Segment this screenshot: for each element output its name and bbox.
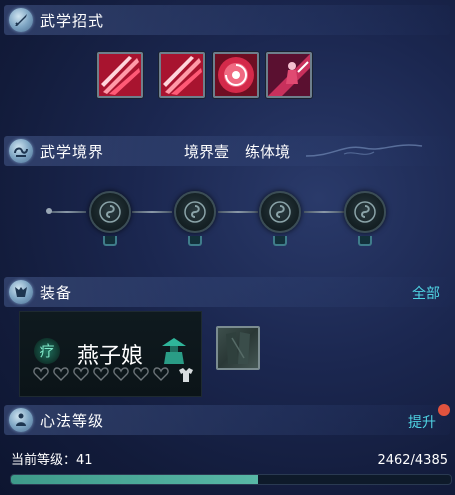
realm-stage-name: 练体境 [245,143,291,161]
mind-section-header: 心法等级 提升 [4,404,450,435]
character-card[interactable]: 疗 燕子娘 [19,311,202,397]
realm-connector [218,211,258,213]
skill-slot-4[interactable] [266,52,312,98]
heart-icon [133,367,149,381]
spiral-seal-icon [184,201,206,223]
skill-slot-1[interactable] [97,52,143,98]
realm-connector-dot [46,208,52,214]
realm-connector [132,211,172,213]
moves-section-header: 武学招式 [4,5,450,35]
equipment-section-title: 装备 [40,284,73,302]
realm-node-1[interactable] [89,191,131,233]
heart-icon [33,367,49,381]
moves-section-title: 武学招式 [40,12,105,30]
character-name: 燕子娘 [77,344,144,369]
realm-stage: 境界壹 [184,143,230,161]
equipment-all-link[interactable]: 全部 [412,283,440,303]
realm-node-tab [358,236,372,246]
realm-node-2[interactable] [174,191,216,233]
heart-icon [93,367,109,381]
realm-node-3[interactable] [259,191,301,233]
realm-node-tab [103,236,117,246]
spiral-seal-icon [354,201,376,223]
slash-skill-icon [99,54,141,96]
level-progress-fill [11,475,259,484]
robe-icon [226,332,250,364]
equipment-slot-robe[interactable] [216,326,260,370]
skill-slot-3[interactable] [213,52,259,98]
realm-node-tab [273,236,287,246]
realm-connector [48,211,86,213]
cloud-swirl-icon [9,139,33,163]
spiral-seal-icon [99,201,121,223]
armor-icon [9,280,33,304]
mind-upgrade-link[interactable]: 提升 [408,412,436,432]
cloud-ornament [305,144,423,157]
exp-text: 2462/4385 [377,453,448,468]
current-level-label: 当前等级：41 [11,453,93,468]
straw-hat-character-icon [162,338,186,364]
sword-icon [9,8,33,32]
heart-icon [73,367,89,381]
mind-section-title: 心法等级 [40,412,105,430]
outfit-icon [179,368,193,382]
realm-section-title: 武学境界 [40,143,105,161]
swordsman-skill-icon [268,54,310,96]
heart-icon [53,367,69,381]
heart-icon [153,367,169,381]
spiral-rose-skill-icon [215,54,257,96]
spiral-seal-icon [269,201,291,223]
healer-class-icon: 疗 [34,338,60,364]
class-glyph: 疗 [39,342,55,360]
realm-section-header: 武学境界 境界壹 练体境 [4,136,450,166]
realm-connector [304,211,344,213]
level-progress-bar [10,474,452,485]
notification-dot [438,404,450,416]
realm-node-tab [188,236,202,246]
heart-icon [113,367,129,381]
meditation-figure-icon [9,408,33,432]
skill-slot-2[interactable] [159,52,205,98]
slash-skill-icon [161,54,203,96]
realm-node-4[interactable] [344,191,386,233]
equipment-section-header: 装备 全部 [4,277,450,307]
